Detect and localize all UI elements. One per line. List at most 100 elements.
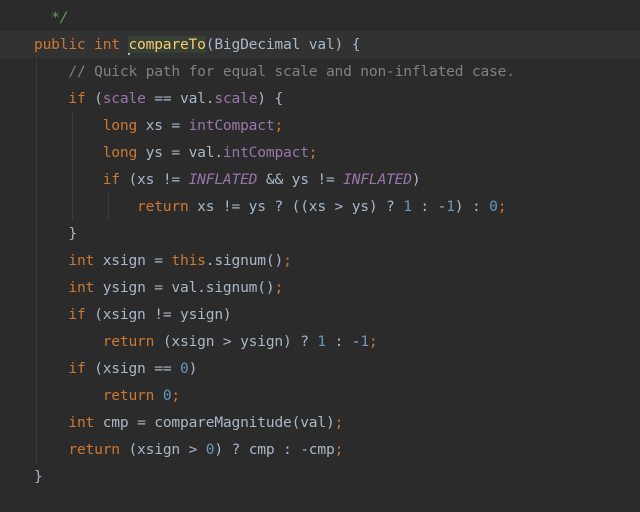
code-token-field: intCompact — [222, 144, 309, 161]
code-token-plain: ys = val. — [145, 144, 223, 161]
code-token-kw: int — [68, 414, 103, 431]
indent-guide — [71, 193, 73, 220]
code-token-doc: */ — [34, 9, 69, 26]
code-token-kw: if — [68, 90, 95, 107]
code-line[interactable]: return (xsign > 0) ? cmp : -cmp; — [0, 436, 640, 463]
code-token-plain: ) — [411, 171, 421, 188]
code-line[interactable]: } — [0, 220, 640, 247]
code-token-plain: ) — [188, 360, 198, 377]
code-editor[interactable]: */ public int compareTo(BigDecimal val) {… — [0, 4, 640, 490]
code-token-kw: this — [171, 252, 206, 269]
code-token-kw: return — [102, 333, 163, 350]
code-token-kw: return — [68, 441, 129, 458]
indent-guide — [36, 85, 37, 112]
code-line[interactable]: long xs = intCompact; — [0, 112, 640, 139]
indent-guide — [36, 193, 37, 220]
code-line[interactable]: return (xsign > ysign) ? 1 : -1; — [0, 328, 640, 355]
code-token-kw: ; — [171, 387, 180, 404]
code-line[interactable]: return xs != ys ? ((xs > ys) ? 1 : -1) :… — [0, 193, 640, 220]
code-token-plain: ( — [94, 90, 103, 107]
code-token-num: 1 — [317, 333, 326, 350]
code-line[interactable]: int xsign = this.signum(); — [0, 247, 640, 274]
code-token-field: intCompact — [188, 117, 275, 134]
code-line[interactable]: int ysign = val.signum(); — [0, 274, 640, 301]
code-line[interactable]: long ys = val.intCompact; — [0, 139, 640, 166]
code-token-plain: == val. — [145, 90, 215, 107]
code-token-kw: if — [68, 360, 95, 377]
code-token-plain: ) ? cmp : -cmp — [214, 441, 335, 458]
code-token-kw: ; — [283, 252, 292, 269]
code-token-plain: && ys != — [257, 171, 344, 188]
indent-guide — [36, 409, 37, 436]
indent-guide — [36, 382, 37, 409]
code-token-num: 0 — [180, 360, 189, 377]
code-token-kw: int — [68, 279, 103, 296]
code-token-num: 1 — [360, 333, 369, 350]
code-token-kw: ; — [497, 198, 507, 215]
code-line[interactable]: return 0; — [0, 382, 640, 409]
code-line[interactable]: if (scale == val.scale) { — [0, 85, 640, 112]
indent-guide — [71, 139, 73, 166]
code-line[interactable]: int cmp = compareMagnitude(val); — [0, 409, 640, 436]
code-token-plain: cmp = compareMagnitude(val) — [102, 414, 335, 431]
code-token-field: scale — [102, 90, 146, 107]
code-token-num: 1 — [403, 198, 412, 215]
code-token-comment: // Quick path for equal scale and non-in… — [68, 63, 515, 80]
code-token-plain: ysign = val.signum() — [102, 279, 275, 296]
indent-guide — [107, 193, 109, 220]
indent-guide — [36, 139, 37, 166]
code-token-kw: ; — [334, 414, 344, 431]
indent-guide — [36, 166, 37, 193]
code-token-kw: public int — [34, 36, 129, 53]
indent-guide — [36, 274, 37, 301]
code-line[interactable]: // Quick path for equal scale and non-in… — [0, 58, 640, 85]
code-token-kw: ; — [274, 117, 284, 134]
code-token-kw: return — [102, 387, 163, 404]
code-token-plain: (xsign > ysign) ? — [162, 333, 318, 350]
code-token-plain: : - — [411, 198, 447, 215]
code-token-plain: xs != ys ? ((xs > ys) ? — [197, 198, 404, 215]
code-token-plain: xs = — [145, 117, 189, 134]
code-token-kw: ; — [368, 333, 378, 350]
indent-guide — [36, 436, 37, 463]
code-token-field: scale — [214, 90, 258, 107]
code-token-plain: ) { — [257, 90, 284, 107]
code-token-kw: if — [102, 171, 129, 188]
code-token-static: INFLATED — [188, 171, 258, 188]
code-token-plain: (xsign > — [128, 441, 206, 458]
code-line[interactable]: if (xsign == 0) — [0, 355, 640, 382]
indent-guide — [71, 112, 73, 139]
code-token-plain: } — [34, 468, 43, 485]
indent-guide — [36, 58, 37, 85]
indent-guide — [36, 328, 37, 355]
code-token-plain: } — [68, 225, 77, 242]
code-token-kw: int — [68, 252, 103, 269]
code-token-num: 0 — [489, 198, 498, 215]
indent-guide — [36, 301, 37, 328]
code-line[interactable]: if (xsign != ysign) — [0, 301, 640, 328]
indent-guide — [36, 355, 37, 382]
code-line[interactable]: */ — [0, 4, 640, 31]
code-line[interactable]: if (xs != INFLATED && ys != INFLATED) — [0, 166, 640, 193]
code-line[interactable]: } — [0, 463, 640, 490]
code-line[interactable]: public int compareTo(BigDecimal val) { — [0, 31, 640, 58]
code-token-kw: if — [68, 306, 95, 323]
code-token-plain: (xsign != ysign) — [94, 306, 232, 323]
code-token-plain: : - — [325, 333, 361, 350]
code-token-kw: ; — [274, 279, 284, 296]
indent-guide — [71, 166, 73, 193]
